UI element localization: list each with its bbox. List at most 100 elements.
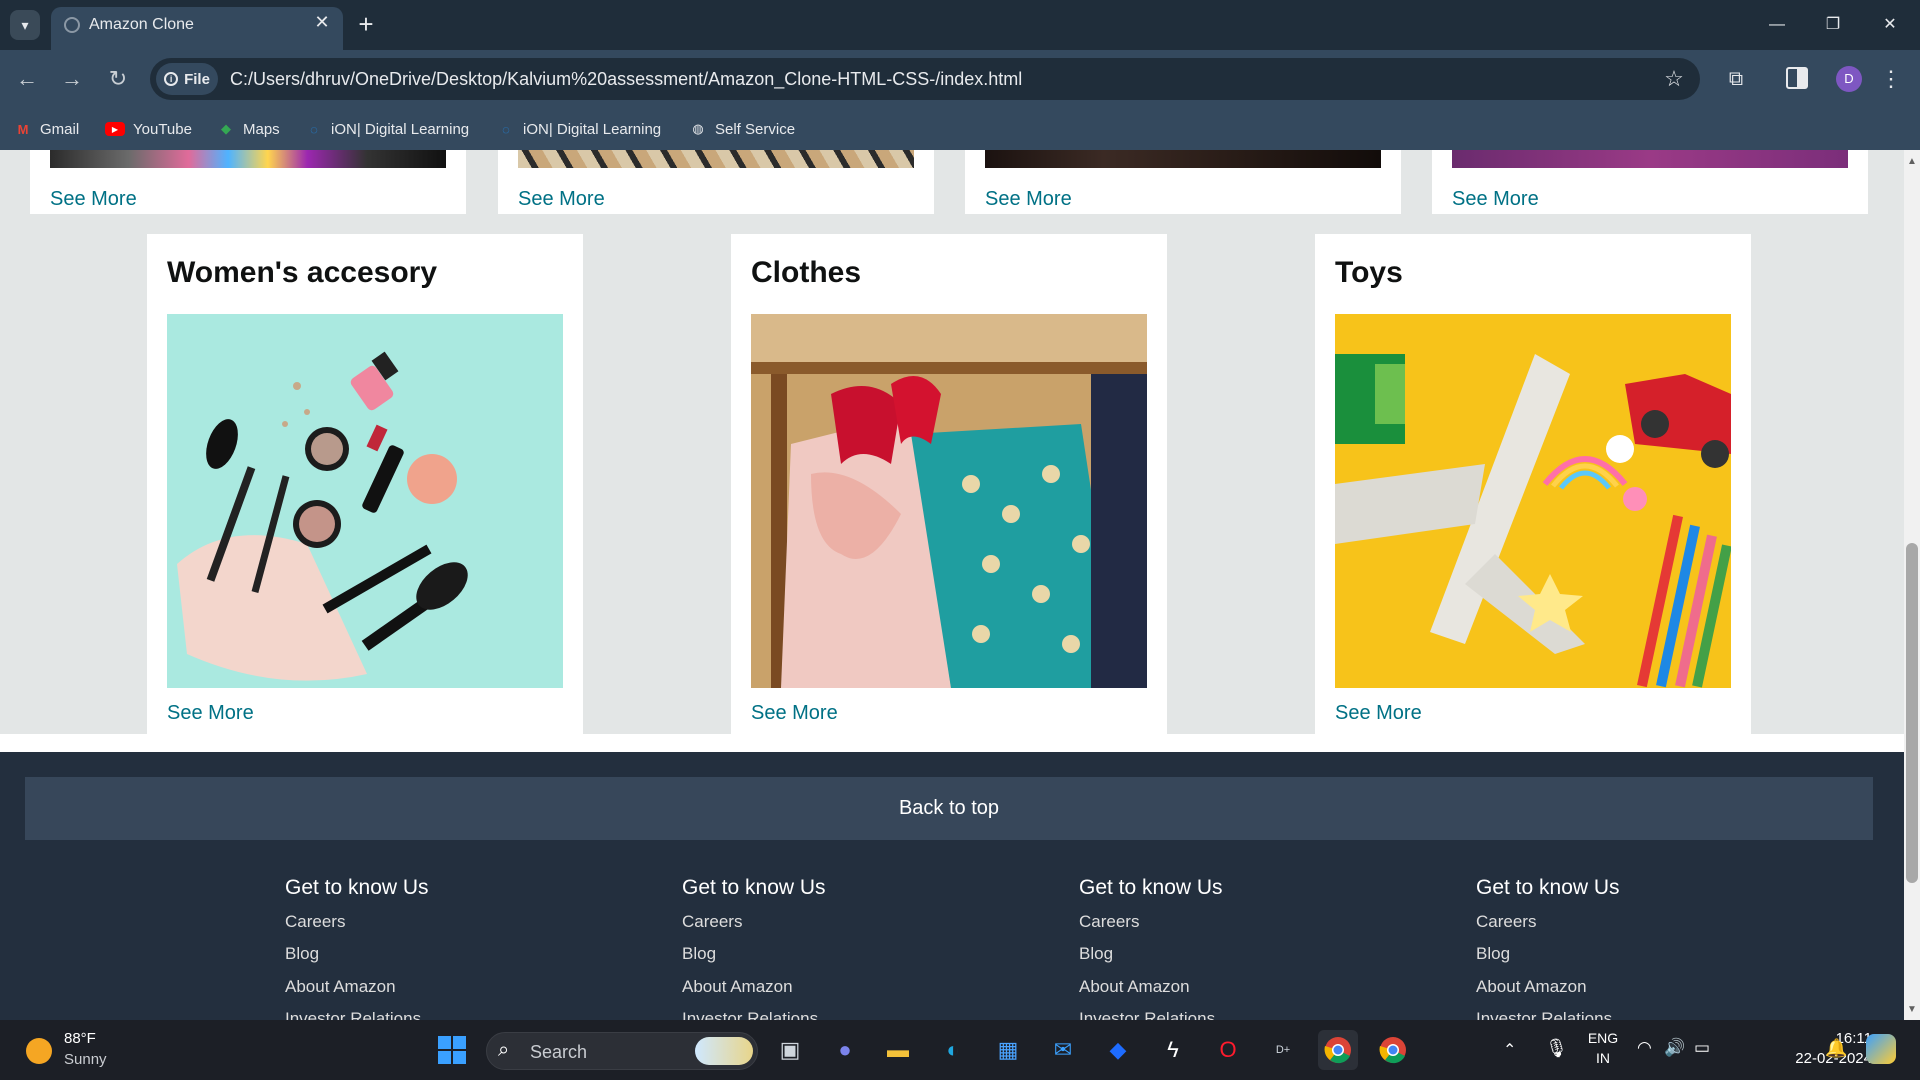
footer-heading: Get to know Us (285, 876, 429, 899)
bookmark-youtube[interactable]: ▶ YouTube (105, 116, 192, 142)
profile-avatar[interactable]: D (1836, 66, 1862, 92)
product-image (985, 150, 1381, 168)
edge-browser-icon[interactable]: ◐ (933, 1030, 973, 1070)
footer-link-about[interactable]: About Amazon (1476, 977, 1587, 997)
globe-icon: ◍ (692, 121, 704, 136)
see-more-link[interactable]: See More (1452, 188, 1539, 211)
back-to-top-button[interactable]: Back to top (25, 777, 1873, 840)
close-window-button[interactable]: ✕ (1870, 10, 1910, 40)
new-tab-button[interactable]: + (352, 11, 380, 39)
tab-search-button[interactable]: ▾ (10, 10, 40, 40)
footer-heading: Get to know Us (1079, 876, 1223, 899)
battery-icon[interactable]: ▭ (1694, 1038, 1710, 1058)
footer-link-blog[interactable]: Blog (682, 944, 716, 964)
hotstar-icon[interactable]: D+ (1263, 1030, 1303, 1070)
footer-link-investor[interactable]: Investor Relations (682, 1009, 818, 1020)
reload-icon[interactable]: ↻ (103, 64, 133, 94)
footer-link-careers[interactable]: Careers (1079, 912, 1139, 932)
forward-arrow-icon[interactable]: → (57, 64, 87, 94)
weather-sun-icon[interactable] (26, 1038, 52, 1064)
footer-link-careers[interactable]: Careers (285, 912, 345, 932)
bookmark-gmail[interactable]: M Gmail (14, 116, 80, 142)
product-image-clothes (751, 314, 1147, 688)
bookmark-label: iON| Digital Learning (523, 120, 662, 138)
back-arrow-icon[interactable]: ← (12, 64, 42, 94)
teams-chat-icon[interactable]: ● (825, 1030, 865, 1070)
taskbar-search-placeholder[interactable]: Search (530, 1042, 587, 1063)
bookmark-label: iON| Digital Learning (331, 120, 470, 138)
footer-heading: Get to know Us (682, 876, 826, 899)
bookmark-maps[interactable]: ◆ Maps (217, 116, 280, 142)
chrome-profile-icon[interactable] (1373, 1030, 1413, 1070)
footer-link-investor[interactable]: Investor Relations (1476, 1009, 1612, 1020)
weather-temperature[interactable]: 88°F (64, 1030, 96, 1047)
footer-link-blog[interactable]: Blog (1476, 944, 1510, 964)
see-more-link[interactable]: See More (985, 188, 1072, 211)
bookmark-star-icon[interactable]: ☆ (1660, 64, 1688, 94)
info-icon: i (164, 72, 179, 86)
site-info-chip[interactable]: i File (156, 63, 218, 95)
bookmark-label: Self Service (715, 120, 796, 138)
microsoft-store-icon[interactable]: ▦ (988, 1030, 1028, 1070)
gmail-icon: M (17, 121, 29, 137)
product-card-top-4: See More (1432, 150, 1868, 214)
product-image-toys (1335, 314, 1731, 688)
app-icon[interactable]: ϟ (1153, 1030, 1193, 1070)
see-more-link[interactable]: See More (1335, 702, 1422, 725)
url-text[interactable]: C:/Users/dhruv/OneDrive/Desktop/Kalvium%… (230, 69, 1022, 90)
product-card-toys: Toys See More (1315, 234, 1751, 734)
copilot-icon[interactable] (1866, 1034, 1896, 1064)
footer-link-careers[interactable]: Careers (682, 912, 742, 932)
language-indicator[interactable]: ENG (1585, 1030, 1621, 1046)
scrollbar-thumb[interactable] (1906, 543, 1918, 883)
bookmark-label: YouTube (133, 120, 192, 138)
opera-icon[interactable]: O (1208, 1030, 1248, 1070)
show-hidden-icons-chevron-icon[interactable]: ⌃ (1503, 1040, 1516, 1060)
footer-link-blog[interactable]: Blog (285, 944, 319, 964)
extensions-icon[interactable]: ⧉ (1722, 64, 1750, 94)
footer-link-careers[interactable]: Careers (1476, 912, 1536, 932)
dropbox-icon[interactable]: ◆ (1098, 1030, 1138, 1070)
notification-bell-icon[interactable]: 🔔 (1825, 1038, 1847, 1059)
footer-link-about[interactable]: About Amazon (285, 977, 396, 997)
bookmarks-bar (0, 108, 1920, 150)
microphone-icon[interactable]: 🎙 (1545, 1038, 1568, 1059)
language-region[interactable]: IN (1585, 1050, 1621, 1066)
product-card-top-1: See More (30, 150, 466, 214)
youtube-icon: ▶ (105, 122, 125, 136)
chrome-icon[interactable] (1318, 1030, 1358, 1070)
see-more-link[interactable]: See More (50, 188, 137, 211)
tab-favicon-icon (64, 17, 80, 33)
footer-link-investor[interactable]: Investor Relations (1079, 1009, 1215, 1020)
product-image (518, 150, 914, 168)
windows-start-icon[interactable] (432, 1030, 472, 1070)
footer-link-about[interactable]: About Amazon (1079, 977, 1190, 997)
wifi-icon[interactable]: ◠ (1637, 1038, 1652, 1058)
bookmark-ion-1[interactable]: ◌ iON| Digital Learning (305, 116, 469, 142)
clock-date[interactable]: 22-02-2024 (1736, 1050, 1872, 1067)
footer-link-blog[interactable]: Blog (1079, 944, 1113, 964)
footer-link-about[interactable]: About Amazon (682, 977, 793, 997)
scroll-up-arrow-icon[interactable]: ▲ (1904, 154, 1920, 170)
see-more-link[interactable]: See More (751, 702, 838, 725)
mail-icon[interactable]: ✉ (1043, 1030, 1083, 1070)
minimize-window-button[interactable]: — (1757, 10, 1797, 40)
browser-menu-icon[interactable]: ⋮ (1880, 64, 1902, 94)
weather-description[interactable]: Sunny (64, 1051, 107, 1068)
see-more-link[interactable]: See More (167, 702, 254, 725)
volume-icon[interactable]: 🔊 (1664, 1038, 1685, 1058)
bookmark-self-service[interactable]: ◍ Self Service (689, 116, 795, 142)
bookmark-label: Maps (243, 120, 280, 138)
tab-close-icon[interactable]: ✕ (312, 12, 332, 32)
footer-link-investor[interactable]: Investor Relations (285, 1009, 421, 1020)
restore-window-button[interactable]: ❐ (1813, 10, 1853, 40)
bookmark-ion-2[interactable]: ◌ iON| Digital Learning (497, 116, 661, 142)
side-panel-icon[interactable] (1786, 67, 1808, 89)
maps-icon: ◆ (221, 121, 231, 136)
product-image (50, 150, 446, 168)
scroll-down-arrow-icon[interactable]: ▼ (1904, 1002, 1920, 1018)
file-explorer-icon[interactable]: ▬ (878, 1030, 918, 1070)
see-more-link[interactable]: See More (518, 188, 605, 211)
file-chip-label: File (184, 70, 210, 88)
task-view-icon[interactable]: ▣ (770, 1030, 810, 1070)
